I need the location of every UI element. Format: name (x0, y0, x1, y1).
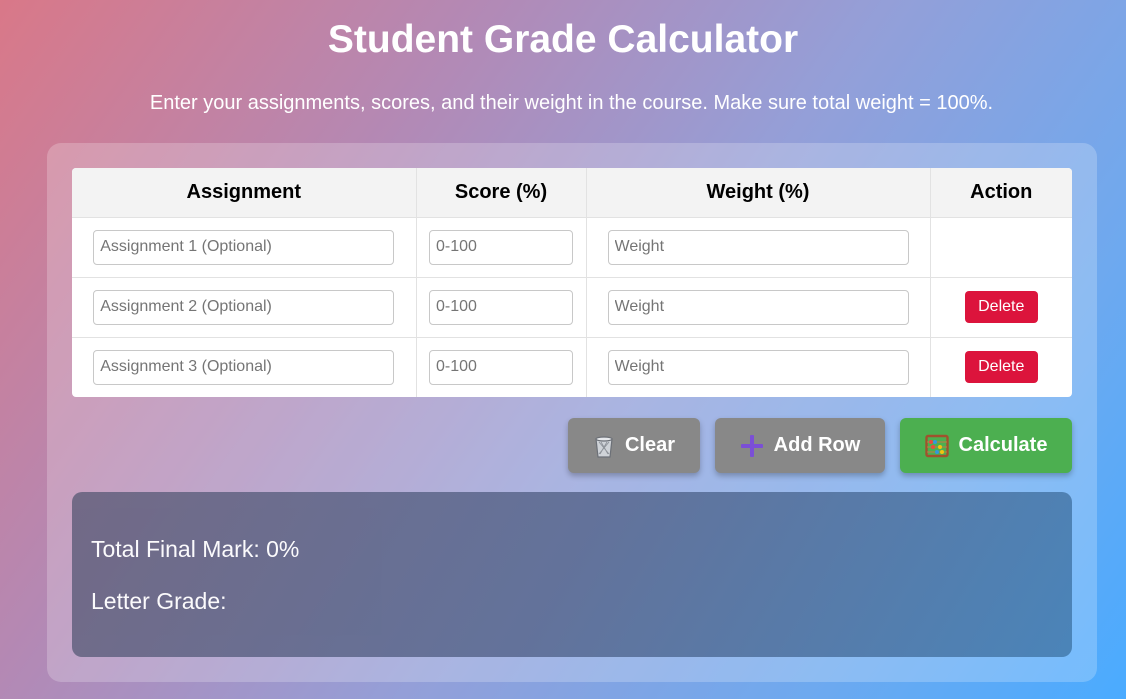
assignment-input[interactable] (93, 229, 395, 265)
action-cell: Delete (930, 337, 1072, 397)
score-cell (416, 217, 587, 278)
weight-input[interactable] (607, 289, 909, 325)
grades-table: Assignment Score (%) Weight (%) Action D… (72, 168, 1072, 397)
assignment-input[interactable] (93, 349, 395, 385)
assignment-cell (72, 217, 417, 278)
clear-button[interactable]: Clear (568, 418, 700, 473)
delete-row-button[interactable]: Delete (964, 351, 1038, 384)
weight-cell (586, 337, 931, 397)
score-cell (416, 337, 587, 397)
table-row: Delete (72, 337, 1072, 397)
column-header-assignment: Assignment (72, 168, 417, 218)
total-final-mark: Total Final Mark: 0% (91, 536, 300, 562)
plus-icon (740, 434, 764, 458)
score-input[interactable] (429, 229, 573, 265)
score-cell (416, 277, 587, 338)
table-row (72, 217, 1072, 278)
calculate-button-label: Calculate (958, 434, 1048, 456)
wastebasket-icon (593, 434, 615, 458)
weight-cell (586, 277, 931, 338)
column-header-score: Score (%) (416, 168, 587, 218)
assignment-input[interactable] (93, 289, 395, 325)
add-row-button-label: Add Row (773, 434, 861, 456)
page-subtitle: Enter your assignments, scores, and thei… (149, 92, 994, 114)
weight-input[interactable] (607, 349, 909, 385)
result-panel: Total Final Mark: 0% Letter Grade: (72, 492, 1072, 657)
action-cell: Delete (930, 277, 1072, 338)
clear-button-label: Clear (624, 434, 676, 456)
abacus-icon (924, 434, 949, 458)
assignment-cell (72, 337, 417, 397)
column-header-weight: Weight (%) (586, 168, 931, 218)
score-input[interactable] (429, 349, 573, 385)
assignment-cell (72, 277, 417, 338)
action-cell (930, 217, 1072, 278)
letter-grade: Letter Grade: (91, 588, 227, 614)
page-title: Student Grade Calculator (327, 18, 799, 61)
add-row-button[interactable]: Add Row (715, 418, 885, 473)
weight-input[interactable] (607, 229, 909, 265)
weight-cell (586, 217, 931, 278)
delete-row-button[interactable]: Delete (964, 291, 1038, 323)
column-header-action: Action (930, 168, 1072, 218)
table-row: Delete (72, 277, 1072, 338)
score-input[interactable] (429, 289, 573, 325)
table-header-row: Assignment Score (%) Weight (%) Action (72, 168, 1072, 218)
calculate-button[interactable]: Calculate (900, 418, 1072, 473)
